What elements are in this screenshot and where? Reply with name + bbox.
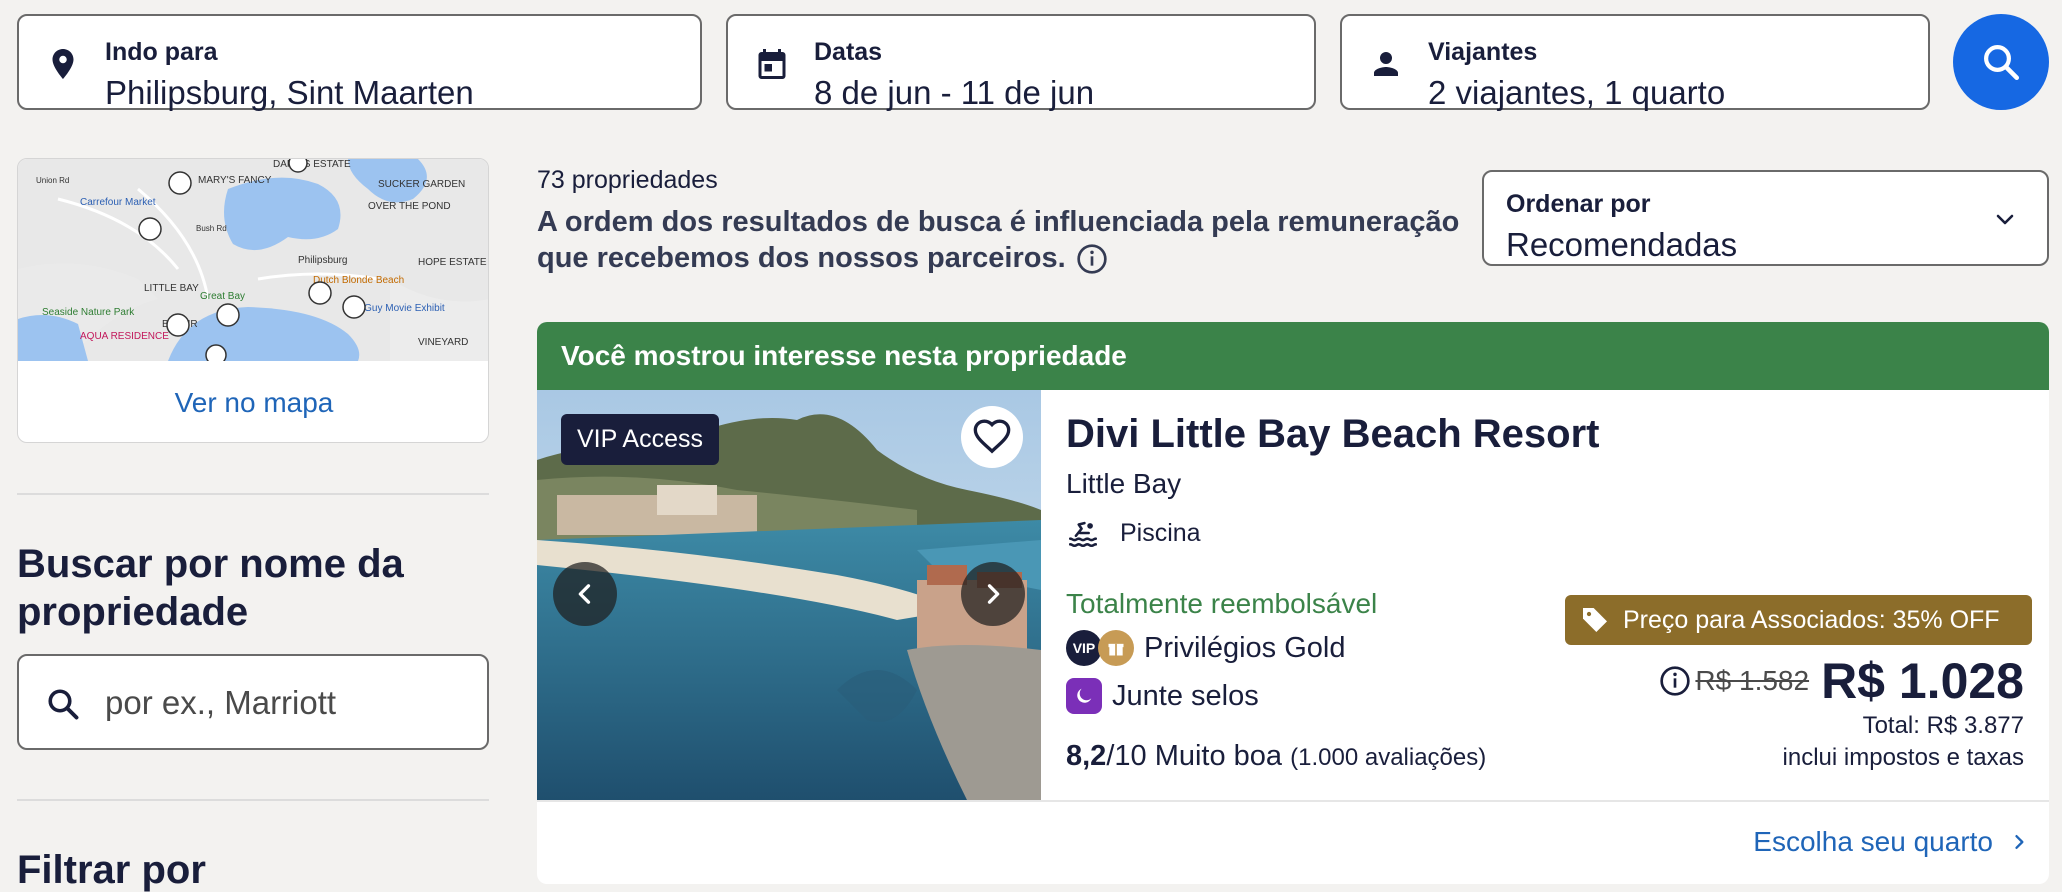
travelers-field[interactable]: Viajantes 2 viajantes, 1 quarto	[1340, 14, 1930, 111]
name-search-input[interactable]	[105, 680, 465, 726]
sort-dropdown[interactable]: Ordenar por Recomendadas	[1482, 170, 2049, 266]
hotel-marker[interactable]	[342, 295, 366, 319]
name-search-field[interactable]	[17, 654, 489, 750]
pool-icon	[1068, 521, 1098, 548]
review-count: (1.000 avaliações)	[1290, 744, 1487, 771]
location-pin-icon	[52, 49, 74, 79]
destination-label: Indo para	[105, 38, 218, 66]
price-row: R$ 1.582 R$ 1.028	[1659, 652, 2024, 710]
map-label: VINEYARD	[418, 337, 468, 348]
divider	[17, 799, 489, 801]
privileges-label: Privilégios Gold	[1144, 631, 1346, 664]
results-count: 73 propriedades	[537, 166, 718, 194]
map-label: Bush Rd	[196, 224, 227, 233]
previous-photo-button[interactable]	[553, 562, 617, 626]
map-label: Philipsburg	[298, 255, 347, 266]
divider	[537, 800, 2049, 802]
hotel-marker[interactable]	[308, 281, 332, 305]
hotel-marker[interactable]	[216, 303, 240, 327]
total-price: Total: R$ 3.877	[1862, 712, 2024, 739]
view-map-link[interactable]: Ver no mapa	[18, 361, 488, 442]
tag-icon	[1583, 608, 1607, 632]
hotel-marker[interactable]	[205, 344, 227, 361]
current-price: R$ 1.028	[1821, 653, 2024, 709]
destination-value: Philipsburg, Sint Maarten	[105, 74, 474, 111]
travelers-label: Viajantes	[1428, 38, 1538, 66]
search-icon	[1984, 45, 2020, 81]
hotel-marker[interactable]	[288, 159, 308, 173]
interest-banner: Você mostrou interesse nesta propriedade	[537, 322, 2049, 390]
map-label: LITTLE BAY	[144, 283, 199, 294]
stamps-label: Junte selos	[1112, 679, 1259, 712]
gift-icon	[1098, 630, 1134, 666]
map-label: Carrefour Market	[80, 197, 156, 208]
vip-chip: VIP	[1066, 630, 1102, 666]
rating-text: /10 Muito boa	[1106, 740, 1283, 772]
dates-field[interactable]: Datas 8 de jun - 11 de jun	[726, 14, 1316, 111]
map-label: Seaside Nature Park	[42, 307, 135, 318]
hotel-marker[interactable]	[138, 217, 162, 241]
map-label: MARY'S FANCY	[198, 175, 272, 186]
destination-field[interactable]: Indo para Philipsburg, Sint Maarten	[17, 14, 702, 111]
search-button[interactable]	[1953, 14, 2049, 110]
property-location: Little Bay	[1066, 468, 1182, 499]
sort-value: Recomendadas	[1506, 226, 1738, 263]
map-label: Union Rd	[36, 176, 69, 185]
amenity-pool: Piscina	[1066, 516, 1201, 550]
name-search-title: Buscar por nome da propriedade	[17, 542, 404, 634]
calendar-icon	[758, 49, 786, 79]
member-price-label: Preço para Associados: 35% OFF	[1623, 605, 2000, 634]
map-label: HOPE ESTATE	[418, 257, 487, 268]
favorite-button[interactable]	[961, 406, 1023, 468]
property-name[interactable]: Divi Little Bay Beach Resort	[1066, 412, 1600, 457]
map-image[interactable]: DAME'S ESTATE MARY'S FANCY SUCKER GARDEN…	[18, 159, 489, 361]
travelers-value: 2 viajantes, 1 quarto	[1428, 74, 1726, 111]
hotel-marker[interactable]	[166, 313, 190, 337]
amenity-label: Piscina	[1120, 518, 1201, 547]
disclaimer-text: A ordem dos resultados de busca é influe…	[537, 206, 1460, 274]
property-card[interactable]: Você mostrou interesse nesta propriedade…	[537, 322, 2049, 884]
dates-label: Datas	[814, 38, 883, 66]
filter-title: Filtrar por	[17, 848, 206, 892]
map-label: SUCKER GARDEN	[378, 179, 465, 190]
chevron-left-icon	[578, 584, 591, 604]
original-price: R$ 1.582	[1695, 665, 1810, 696]
moon-icon	[1066, 678, 1102, 714]
info-icon[interactable]	[1659, 665, 1691, 697]
map-label: Great Bay	[200, 291, 245, 302]
map-label: AQUA RESIDENCE	[80, 331, 169, 342]
taxes-note: inclui impostos e taxas	[1782, 744, 2024, 771]
rating-score: 8,2	[1066, 740, 1107, 772]
info-icon[interactable]	[1076, 243, 1108, 275]
stamps: Junte selos	[1066, 678, 1259, 714]
refund-policy: Totalmente reembolsável	[1066, 588, 1378, 619]
ranking-disclaimer: A ordem dos resultados de busca é influe…	[537, 204, 1467, 276]
vip-privileges: VIP Privilégios Gold	[1066, 630, 1345, 666]
sort-label: Ordenar por	[1506, 190, 1651, 218]
map-label: OVER THE POND	[368, 201, 451, 212]
chevron-right-icon	[2015, 835, 2024, 849]
dates-value: 8 de jun - 11 de jun	[814, 74, 1095, 111]
hotel-marker[interactable]	[168, 171, 192, 195]
divider	[17, 493, 489, 495]
choose-room-link[interactable]: Escolha seu quarto	[1753, 826, 2029, 858]
chevron-down-icon	[1996, 214, 2014, 225]
member-price-badge: Preço para Associados: 35% OFF	[1565, 595, 2032, 645]
choose-room-label: Escolha seu quarto	[1753, 826, 1993, 857]
person-icon	[1374, 52, 1398, 76]
map-card[interactable]: DAME'S ESTATE MARY'S FANCY SUCKER GARDEN…	[17, 158, 489, 443]
map-label: DAME'S ESTATE	[273, 159, 351, 170]
vip-access-badge: VIP Access	[561, 414, 719, 465]
next-photo-button[interactable]	[961, 562, 1025, 626]
search-icon	[48, 689, 79, 720]
property-photo[interactable]: VIP Access	[537, 390, 1041, 800]
heart-icon	[973, 419, 1011, 454]
rating: 8,2/10 Muito boa (1.000 avaliações)	[1066, 740, 1486, 773]
chevron-right-icon	[987, 584, 1000, 604]
